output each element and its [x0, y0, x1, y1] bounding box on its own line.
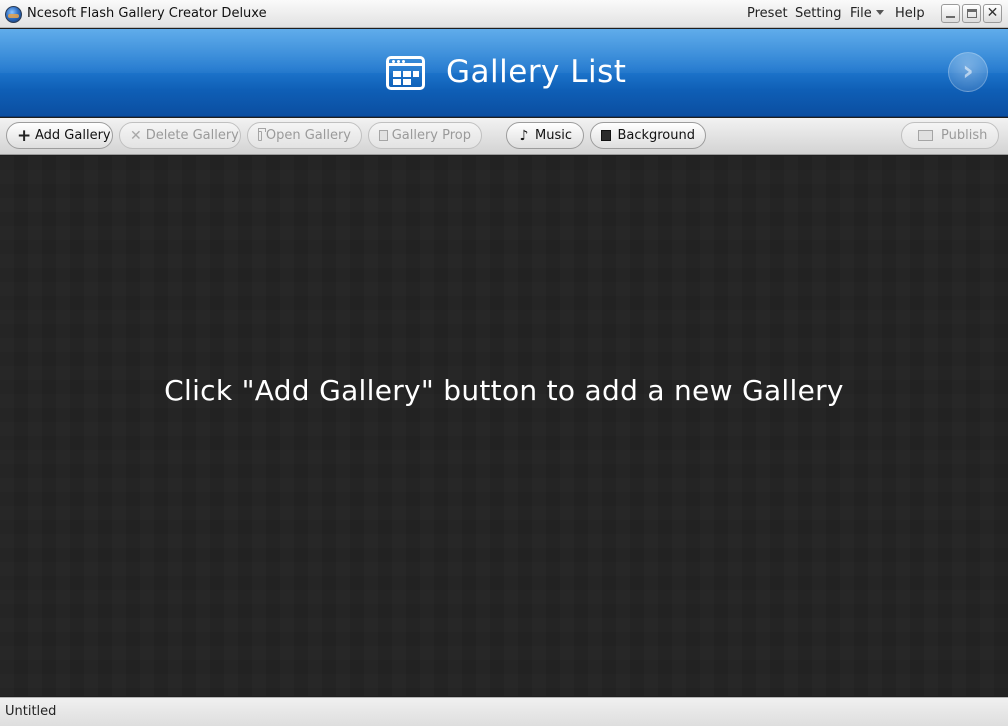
page-header: Gallery List ›: [0, 29, 1008, 117]
status-bar: Untitled: [0, 697, 1008, 726]
gallery-list-icon: [386, 56, 425, 90]
add-gallery-button[interactable]: + Add Gallery: [6, 122, 113, 149]
background-button[interactable]: Background: [590, 122, 706, 149]
menu-preset[interactable]: Preset: [747, 6, 788, 21]
open-gallery-label: Open Gallery: [265, 128, 351, 143]
delete-x-icon: ✕: [130, 127, 142, 144]
title-bar[interactable]: Ncesoft Flash Gallery Creator Deluxe Pre…: [0, 0, 1008, 28]
app-logo-icon: [5, 6, 22, 23]
maximize-button[interactable]: [962, 4, 981, 23]
window-title: Ncesoft Flash Gallery Creator Deluxe: [27, 6, 267, 21]
gallery-prop-label: Gallery Prop: [391, 128, 471, 143]
menu-file-label: File: [850, 6, 872, 21]
minimize-icon: [946, 16, 955, 18]
toolbar: + Add Gallery ✕ Delete Gallery Open Gall…: [0, 118, 1008, 155]
music-note-icon: ♪: [519, 127, 529, 144]
publish-button[interactable]: Publish: [901, 122, 999, 149]
background-color-icon: [601, 130, 612, 141]
delete-gallery-label: Delete Gallery: [145, 128, 239, 143]
background-label: Background: [617, 128, 695, 143]
publish-label: Publish: [941, 128, 988, 143]
minimize-button[interactable]: [941, 4, 960, 23]
chevron-down-icon: [875, 10, 884, 15]
maximize-icon: [966, 9, 977, 18]
close-button[interactable]: ✕: [983, 4, 1002, 23]
next-page-button[interactable]: ›: [948, 52, 988, 92]
plus-icon: +: [17, 125, 32, 146]
music-label: Music: [535, 128, 572, 143]
menu-file[interactable]: File: [850, 6, 884, 21]
close-icon: ✕: [986, 5, 999, 21]
delete-gallery-button[interactable]: ✕ Delete Gallery: [119, 122, 241, 149]
app-window: Ncesoft Flash Gallery Creator Deluxe Pre…: [0, 0, 1008, 726]
music-button[interactable]: ♪ Music: [506, 122, 584, 149]
page-title: Gallery List: [446, 54, 627, 90]
menu-help[interactable]: Help: [895, 6, 925, 21]
folder-icon: [258, 127, 266, 141]
open-gallery-button[interactable]: Open Gallery: [247, 122, 362, 149]
gallery-list-area[interactable]: Click "Add Gallery" button to add a new …: [0, 156, 1008, 696]
project-name-status: Untitled: [5, 704, 57, 719]
menu-setting[interactable]: Setting: [795, 6, 842, 21]
add-gallery-label: Add Gallery: [35, 128, 111, 143]
gallery-prop-button[interactable]: Gallery Prop: [368, 122, 482, 149]
properties-icon: [379, 130, 388, 141]
chevron-right-icon: ›: [962, 54, 974, 87]
empty-state-message: Click "Add Gallery" button to add a new …: [164, 374, 844, 407]
publish-icon: [918, 130, 933, 141]
